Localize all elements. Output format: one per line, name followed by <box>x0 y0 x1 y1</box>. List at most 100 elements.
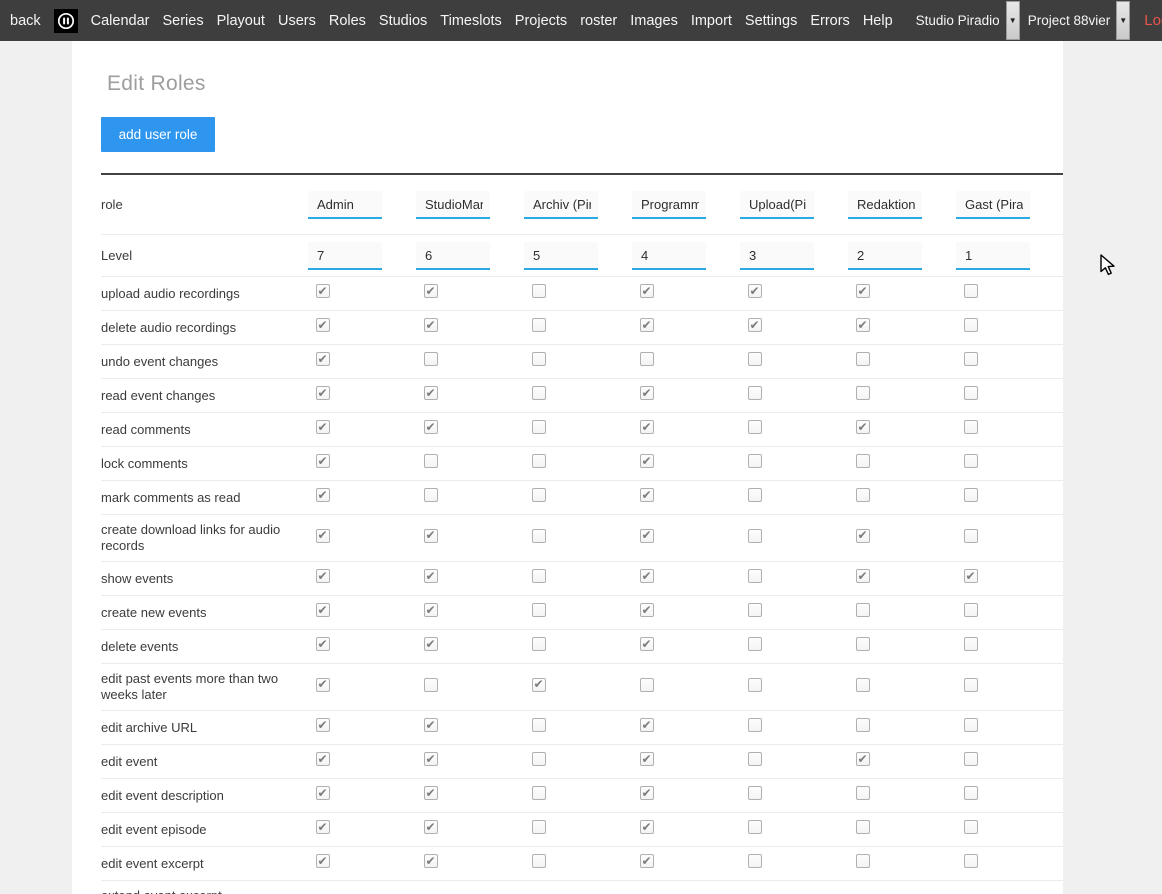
nav-item-errors[interactable]: Errors <box>810 13 849 29</box>
permission-checkbox-1-5[interactable] <box>856 318 870 332</box>
back-link[interactable]: back <box>10 13 41 29</box>
permission-checkbox-6-2[interactable] <box>532 488 546 502</box>
permission-checkbox-13-5[interactable] <box>856 752 870 766</box>
permission-checkbox-5-4[interactable] <box>748 454 762 468</box>
permission-checkbox-8-0[interactable] <box>316 569 330 583</box>
permission-checkbox-5-2[interactable] <box>532 454 546 468</box>
nav-item-users[interactable]: Users <box>278 13 316 29</box>
permission-checkbox-13-2[interactable] <box>532 752 546 766</box>
permission-checkbox-12-5[interactable] <box>856 718 870 732</box>
permission-checkbox-0-6[interactable] <box>964 284 978 298</box>
permission-checkbox-1-4[interactable] <box>748 318 762 332</box>
permission-checkbox-3-4[interactable] <box>748 386 762 400</box>
permission-checkbox-7-6[interactable] <box>964 529 978 543</box>
permission-checkbox-6-1[interactable] <box>424 488 438 502</box>
role-name-input-4[interactable] <box>740 191 814 219</box>
permission-checkbox-3-0[interactable] <box>316 386 330 400</box>
permission-checkbox-1-0[interactable] <box>316 318 330 332</box>
permission-checkbox-0-0[interactable] <box>316 284 330 298</box>
permission-checkbox-12-4[interactable] <box>748 718 762 732</box>
permission-checkbox-0-5[interactable] <box>856 284 870 298</box>
permission-checkbox-15-4[interactable] <box>748 820 762 834</box>
permission-checkbox-1-1[interactable] <box>424 318 438 332</box>
permission-checkbox-3-1[interactable] <box>424 386 438 400</box>
permission-checkbox-5-6[interactable] <box>964 454 978 468</box>
permission-checkbox-8-5[interactable] <box>856 569 870 583</box>
permission-checkbox-10-0[interactable] <box>316 637 330 651</box>
permission-checkbox-0-3[interactable] <box>640 284 654 298</box>
permission-checkbox-0-1[interactable] <box>424 284 438 298</box>
permission-checkbox-9-5[interactable] <box>856 603 870 617</box>
permission-checkbox-10-4[interactable] <box>748 637 762 651</box>
permission-checkbox-8-6[interactable] <box>964 569 978 583</box>
nav-item-roster[interactable]: roster <box>580 13 617 29</box>
nav-item-projects[interactable]: Projects <box>515 13 567 29</box>
permission-checkbox-0-2[interactable] <box>532 284 546 298</box>
permission-checkbox-9-3[interactable] <box>640 603 654 617</box>
level-input-4[interactable] <box>740 242 814 270</box>
permission-checkbox-12-1[interactable] <box>424 718 438 732</box>
permission-checkbox-5-0[interactable] <box>316 454 330 468</box>
permission-checkbox-16-2[interactable] <box>532 854 546 868</box>
studio-select[interactable]: Studio Piradio ▼ <box>914 0 1020 41</box>
permission-checkbox-4-2[interactable] <box>532 420 546 434</box>
level-input-6[interactable] <box>956 242 1030 270</box>
permission-checkbox-5-5[interactable] <box>856 454 870 468</box>
permission-checkbox-13-3[interactable] <box>640 752 654 766</box>
permission-checkbox-15-3[interactable] <box>640 820 654 834</box>
permission-checkbox-11-5[interactable] <box>856 678 870 692</box>
nav-item-playout[interactable]: Playout <box>217 13 265 29</box>
add-user-role-button[interactable]: add user role <box>101 117 215 152</box>
permission-checkbox-7-1[interactable] <box>424 529 438 543</box>
permission-checkbox-7-0[interactable] <box>316 529 330 543</box>
nav-item-roles[interactable]: Roles <box>329 13 366 29</box>
project-select[interactable]: Project 88vier ▼ <box>1026 0 1131 41</box>
permission-checkbox-15-2[interactable] <box>532 820 546 834</box>
role-name-input-0[interactable] <box>308 191 382 219</box>
permission-checkbox-14-2[interactable] <box>532 786 546 800</box>
permission-checkbox-2-2[interactable] <box>532 352 546 366</box>
nav-item-series[interactable]: Series <box>162 13 203 29</box>
permission-checkbox-9-0[interactable] <box>316 603 330 617</box>
permission-checkbox-14-0[interactable] <box>316 786 330 800</box>
level-input-3[interactable] <box>632 242 706 270</box>
level-input-5[interactable] <box>848 242 922 270</box>
permission-checkbox-3-5[interactable] <box>856 386 870 400</box>
piradio-logo-icon[interactable] <box>54 9 78 33</box>
permission-checkbox-2-5[interactable] <box>856 352 870 366</box>
permission-checkbox-10-1[interactable] <box>424 637 438 651</box>
permission-checkbox-4-1[interactable] <box>424 420 438 434</box>
permission-checkbox-1-2[interactable] <box>532 318 546 332</box>
permission-checkbox-14-5[interactable] <box>856 786 870 800</box>
permission-checkbox-16-3[interactable] <box>640 854 654 868</box>
permission-checkbox-12-6[interactable] <box>964 718 978 732</box>
nav-item-help[interactable]: Help <box>863 13 893 29</box>
permission-checkbox-14-6[interactable] <box>964 786 978 800</box>
permission-checkbox-16-4[interactable] <box>748 854 762 868</box>
permission-checkbox-14-1[interactable] <box>424 786 438 800</box>
permission-checkbox-6-4[interactable] <box>748 488 762 502</box>
permission-checkbox-9-4[interactable] <box>748 603 762 617</box>
permission-checkbox-3-6[interactable] <box>964 386 978 400</box>
permission-checkbox-8-3[interactable] <box>640 569 654 583</box>
role-name-input-5[interactable] <box>848 191 922 219</box>
permission-checkbox-14-3[interactable] <box>640 786 654 800</box>
permission-checkbox-3-3[interactable] <box>640 386 654 400</box>
permission-checkbox-14-4[interactable] <box>748 786 762 800</box>
nav-item-timeslots[interactable]: Timeslots <box>440 13 502 29</box>
nav-item-import[interactable]: Import <box>691 13 732 29</box>
permission-checkbox-15-0[interactable] <box>316 820 330 834</box>
permission-checkbox-4-3[interactable] <box>640 420 654 434</box>
permission-checkbox-10-2[interactable] <box>532 637 546 651</box>
nav-item-settings[interactable]: Settings <box>745 13 797 29</box>
permission-checkbox-15-6[interactable] <box>964 820 978 834</box>
permission-checkbox-13-6[interactable] <box>964 752 978 766</box>
permission-checkbox-6-6[interactable] <box>964 488 978 502</box>
logout-link[interactable]: Logout <box>1144 12 1162 29</box>
permission-checkbox-5-3[interactable] <box>640 454 654 468</box>
permission-checkbox-13-0[interactable] <box>316 752 330 766</box>
permission-checkbox-7-3[interactable] <box>640 529 654 543</box>
permission-checkbox-8-4[interactable] <box>748 569 762 583</box>
permission-checkbox-16-1[interactable] <box>424 854 438 868</box>
permission-checkbox-2-4[interactable] <box>748 352 762 366</box>
